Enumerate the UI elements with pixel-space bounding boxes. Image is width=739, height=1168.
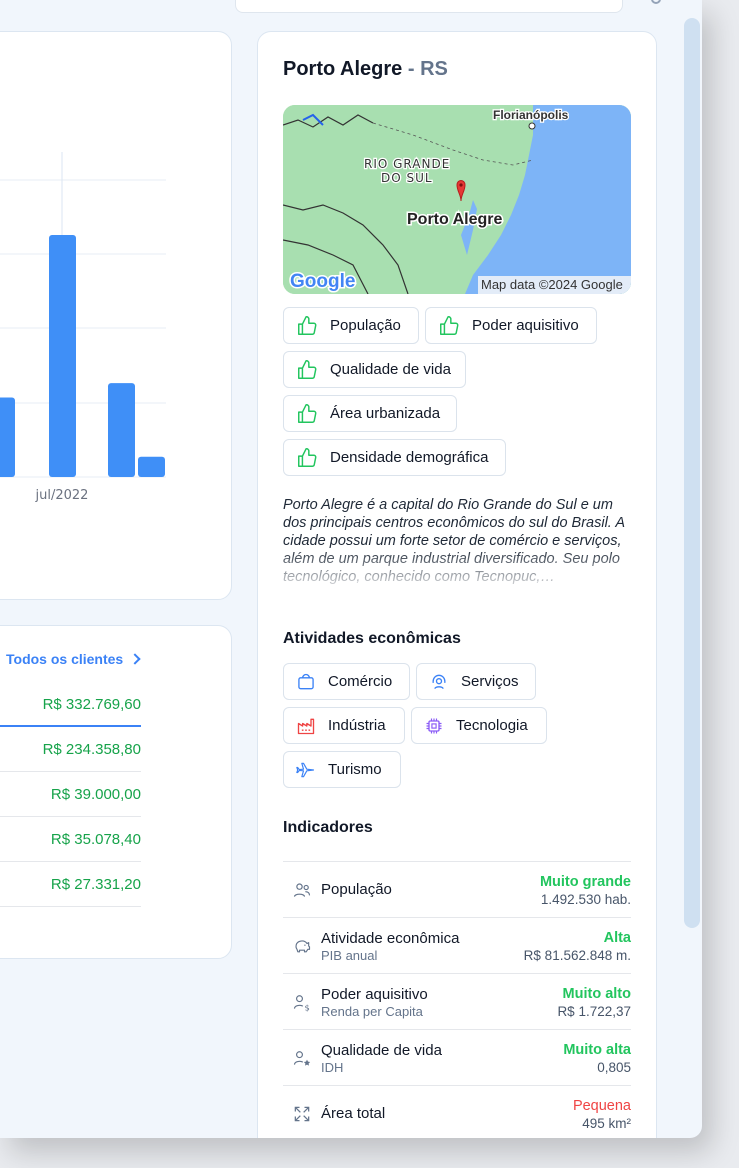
thumbs-up-icon: [298, 359, 317, 379]
client-value: R$ 35.078,40: [50, 831, 141, 848]
client-row[interactable]: R$ 39.000,00: [0, 772, 141, 817]
activity-label: Comércio: [328, 673, 393, 690]
chevron-right-icon: [129, 653, 141, 665]
client-value: R$ 332.769,60: [42, 696, 141, 713]
indicator-row-area-total: Área total Pequena 495 km²: [283, 1085, 631, 1138]
top-search-box[interactable]: [235, 0, 623, 13]
thumbs-up-icon: [298, 403, 317, 423]
activity-label: Serviços: [461, 673, 519, 690]
description-fade: [283, 548, 633, 588]
tag-label: População: [330, 317, 401, 334]
client-row[interactable]: R$ 27.331,20: [0, 862, 141, 907]
indicator-rating: Alta: [603, 930, 631, 946]
factory-icon: [297, 718, 315, 734]
client-value: R$ 27.331,20: [50, 876, 141, 893]
thumbs-up-icon: [298, 447, 317, 467]
activity-tecnologia[interactable]: Tecnologia: [411, 707, 547, 744]
google-logo: Google: [290, 271, 355, 292]
activity-industria[interactable]: Indústria: [283, 707, 405, 744]
bar-chart: jul/2022: [0, 152, 166, 503]
activity-turismo[interactable]: Turismo: [283, 751, 401, 788]
thumbs-up-icon: [440, 315, 459, 335]
chart-bar: [49, 235, 76, 477]
indicator-rating: Muito alto: [562, 986, 631, 1002]
indicator-rating: Muito grande: [539, 874, 631, 890]
map-label-region-2: DO SUL: [381, 171, 433, 185]
headset-icon: [432, 674, 446, 689]
chart-bar: [0, 397, 15, 477]
bag-icon: [298, 673, 314, 689]
all-clients-link[interactable]: Todos os clientes: [6, 651, 141, 667]
tag-label: Qualidade de vida: [330, 361, 451, 378]
city-title: Porto Alegre - RS: [283, 58, 448, 81]
expand-icon: [294, 1106, 310, 1122]
map-graphic: Florianópolis RIO GRANDE DO SUL Porto Al…: [283, 105, 631, 294]
indicator-value: R$ 1.722,37: [557, 1004, 631, 1019]
activity-comercio[interactable]: Comércio: [283, 663, 410, 700]
indicator-sub: PIB anual: [321, 948, 378, 963]
state-code: RS: [420, 58, 448, 80]
refresh-icon[interactable]: [651, 0, 661, 4]
user-money-icon: $: [293, 995, 310, 1012]
title-separator: -: [407, 58, 415, 80]
map-label-region-1: RIO GRANDE: [364, 157, 450, 171]
app-window: jul/2022 Todos os clientes R$ 332.769,60…: [0, 0, 702, 1138]
activities-title: Atividades econômicas: [283, 630, 461, 647]
vertical-scrollbar[interactable]: [684, 18, 700, 928]
tag-label: Poder aquisitivo: [472, 317, 579, 334]
chip-icon: [426, 718, 442, 733]
x-tick-label: jul/2022: [35, 488, 89, 503]
indicator-value: 495 km²: [582, 1116, 631, 1131]
city-map[interactable]: Florianópolis RIO GRANDE DO SUL Porto Al…: [283, 105, 631, 294]
client-row[interactable]: R$ 332.769,60: [0, 682, 141, 727]
chart-bar-secondary: [138, 456, 165, 477]
indicator-rating: Muito alta: [563, 1042, 631, 1058]
client-row[interactable]: R$ 234.358,80: [0, 727, 141, 772]
indicator-rating: Pequena: [572, 1098, 631, 1114]
indicator-name: Qualidade de vida: [321, 1042, 442, 1059]
city-name: Porto Alegre: [283, 58, 403, 80]
activity-servicos[interactable]: Serviços: [416, 663, 536, 700]
client-row[interactable]: R$ 35.078,40: [0, 817, 141, 862]
indicator-row-atividade-economica: Atividade econômica PIB anual Alta R$ 81…: [283, 917, 631, 973]
indicator-sub: IDH: [321, 1060, 344, 1075]
thumbs-up-icon: [298, 315, 317, 335]
activity-label: Indústria: [328, 717, 386, 734]
client-value: R$ 39.000,00: [50, 786, 141, 803]
svg-text:$: $: [305, 1002, 310, 1012]
user-star-icon: [293, 1051, 311, 1066]
indicator-value: 1.492.530 hab.: [540, 892, 631, 907]
activity-label: Tecnologia: [456, 717, 528, 734]
client-value: R$ 234.358,80: [42, 741, 141, 758]
indicator-name: Poder aquisitivo: [321, 986, 428, 1003]
activity-label: Turismo: [328, 761, 382, 778]
indicator-row-qualidade-de-vida: Qualidade de vida IDH Muito alta 0,805: [283, 1029, 631, 1085]
people-icon: [293, 883, 311, 897]
chart-bar: [108, 383, 135, 477]
tag-label: Densidade demográfica: [330, 449, 489, 466]
tag-area-urbanizada[interactable]: Área urbanizada: [283, 395, 457, 432]
indicator-row-poder-aquisitivo: $ Poder aquisitivo Renda per Capita Muit…: [283, 973, 631, 1029]
indicators-title: Indicadores: [283, 819, 373, 836]
tag-qualidade-de-vida[interactable]: Qualidade de vida: [283, 351, 466, 388]
map-attribution: Map data ©2024 Google: [481, 277, 623, 292]
tag-label: Área urbanizada: [330, 405, 441, 422]
tag-poder-aquisitivo[interactable]: Poder aquisitivo: [425, 307, 597, 344]
indicator-name: Área total: [321, 1105, 386, 1122]
indicator-sub: Renda per Capita: [321, 1004, 423, 1019]
indicator-name: População: [321, 881, 392, 898]
indicator-value: R$ 81.562.848 m.: [523, 948, 631, 963]
indicator-name: Atividade econômica: [321, 930, 460, 947]
map-label-florianopolis: Florianópolis: [493, 108, 569, 122]
indicator-row-populacao: População Muito grande 1.492.530 hab.: [283, 861, 631, 917]
tag-densidade-demografica[interactable]: Densidade demográfica: [283, 439, 506, 476]
tag-populacao[interactable]: População: [283, 307, 419, 344]
map-label-city: Porto Alegre: [407, 211, 503, 228]
indicator-value: 0,805: [597, 1060, 631, 1075]
plane-icon: [296, 762, 315, 777]
piggy-bank-icon: [295, 940, 311, 953]
all-clients-label: Todos os clientes: [6, 651, 124, 667]
